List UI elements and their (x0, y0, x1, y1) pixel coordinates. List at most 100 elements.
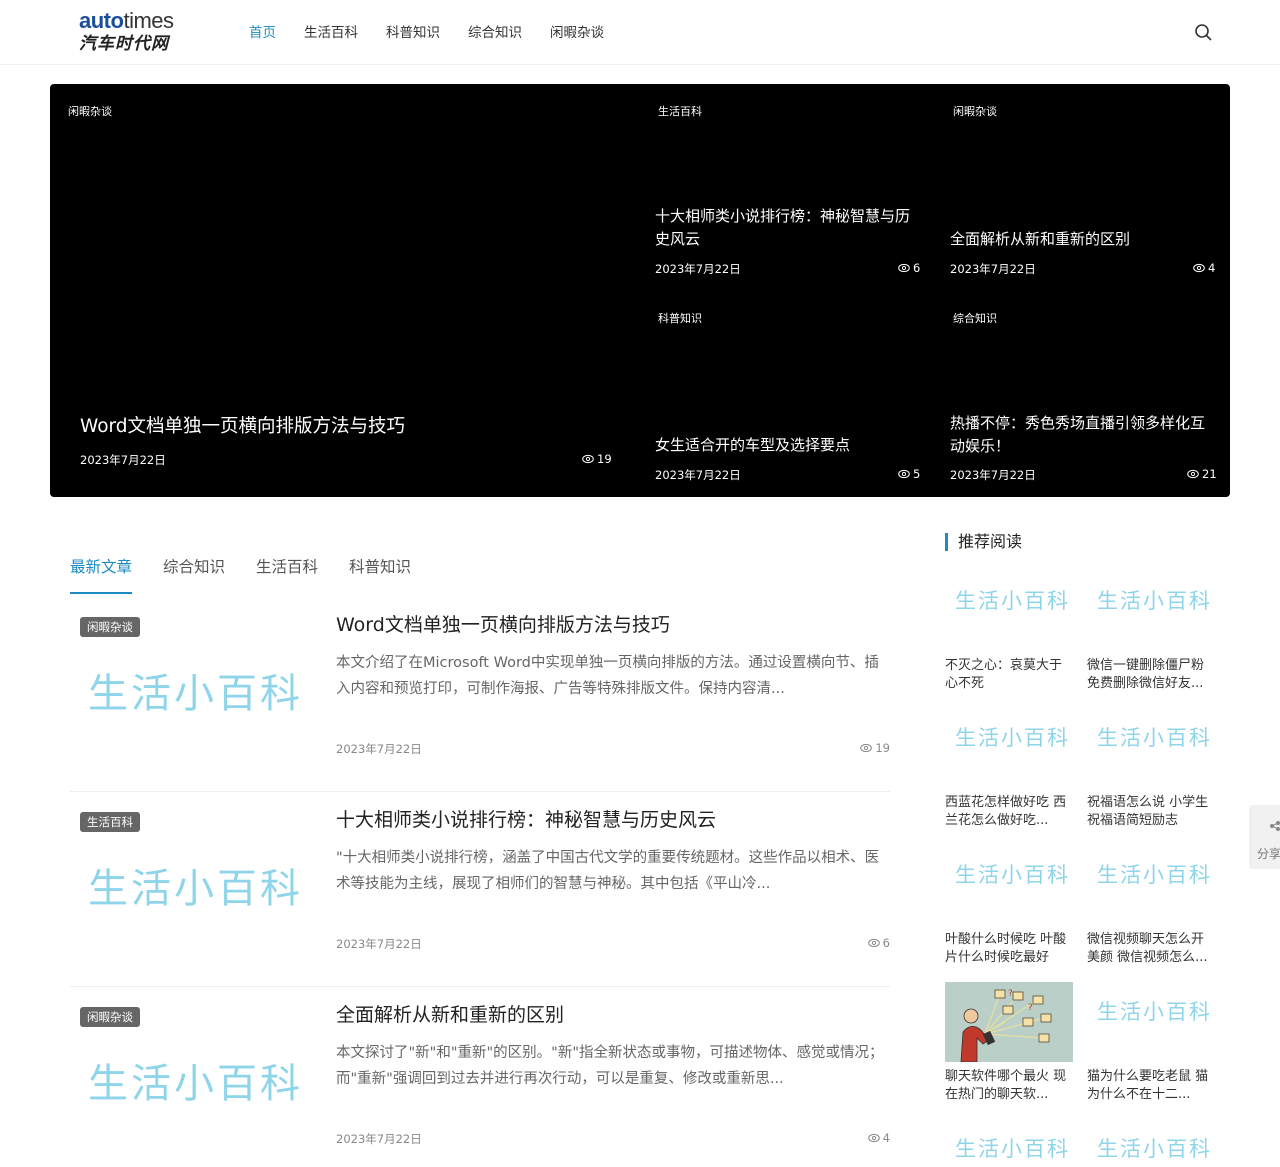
article-title[interactable]: Word文档单独一页横向排版方法与技巧 (336, 610, 670, 637)
hero-br1-title[interactable]: 女生适合开的车型及选择要点 (655, 434, 920, 457)
hero-br2-views-count: 21 (1202, 467, 1217, 481)
article-views: 6 (867, 936, 890, 950)
hero-br2-title[interactable]: 热播不停：秀色秀场直播引领多样化互动娱乐！ (950, 412, 1215, 458)
hero-main-tag[interactable]: 闲暇杂谈 (68, 103, 112, 119)
eye-icon (1187, 469, 1199, 479)
hero-main-title[interactable]: Word文档单独一页横向排版方法与技巧 (80, 412, 405, 438)
recommended-caption[interactable]: 猫为什么要吃老鼠 猫为什么不在十二... (1087, 1068, 1215, 1104)
nav-general[interactable]: 综合知识 (468, 22, 522, 44)
recommended-thumbnail[interactable]: 生活小百科 (1087, 982, 1215, 1062)
recommended-item[interactable]: 生活小百科 叶酸什么时候吃 叶酸片什么时候吃最好 (945, 845, 1073, 967)
recommended-caption[interactable]: 不灭之心：哀莫大于心不死 (945, 657, 1073, 693)
hero-grid: 闲暇杂谈 Word文档单独一页横向排版方法与技巧 2023年7月22日 19 生… (50, 84, 1230, 497)
recommended-illustration[interactable]: ? ? (945, 982, 1073, 1062)
eye-icon (582, 454, 594, 464)
recommended-thumbnail[interactable]: 生活小百科 (1087, 845, 1215, 925)
recommended-thumbnail[interactable]: 生活小百科 (1087, 571, 1215, 651)
recommended-item[interactable]: ? ? 聊天软件哪个最火 现在热门的聊天软... (945, 982, 1073, 1104)
eye-icon (867, 938, 880, 948)
share-icon (1270, 821, 1280, 831)
article-date: 2023年7月22日 (336, 937, 422, 951)
hero-tr2-title[interactable]: 全面解析从新和重新的区别 (950, 228, 1215, 251)
recommended-item[interactable]: 生活小百科 猫为什么要吃老鼠 猫为什么不在十二... (1087, 982, 1215, 1104)
category-badge[interactable]: 闲暇杂谈 (80, 617, 140, 637)
category-badge[interactable]: 闲暇杂谈 (80, 1007, 140, 1027)
recommended-thumbnail[interactable]: 生活小百科 (945, 845, 1073, 925)
tab-science[interactable]: 科普知识 (349, 556, 411, 594)
article-date: 2023年7月22日 (336, 742, 422, 756)
thumbnail-watermark: 生活小百科 (955, 1137, 1070, 1161)
recommended-caption[interactable]: 微信一键删除僵尸粉 免费删除微信好友... (1087, 657, 1215, 693)
article-title[interactable]: 全面解析从新和重新的区别 (336, 1000, 564, 1027)
recommended-caption[interactable]: 祝福语怎么说 小学生祝福语简短励志 (1087, 794, 1215, 830)
tab-life[interactable]: 生活百科 (256, 556, 318, 594)
hero-br1-views: 5 (898, 467, 920, 481)
recommended-item[interactable]: 生活小百科 (945, 1119, 1073, 1167)
tab-latest[interactable]: 最新文章 (70, 556, 133, 594)
hero-tr2-views: 4 (1193, 261, 1215, 275)
hero-main-date: 2023年7月22日 (80, 453, 166, 467)
svg-text:?: ? (1028, 1003, 1033, 1013)
nav-home[interactable]: 首页 (249, 22, 276, 44)
thumbnail-watermark: 生活小百科 (1097, 1137, 1212, 1161)
article-views-count: 6 (882, 936, 890, 950)
recommended-item[interactable]: 生活小百科 祝福语怎么说 小学生祝福语简短励志 (1087, 708, 1215, 830)
recommended-thumbnail[interactable]: 生活小百科 (945, 571, 1073, 651)
recommended-thumbnail[interactable]: 生活小百科 (1087, 708, 1215, 788)
hero-br1-tag[interactable]: 科普知识 (658, 310, 702, 326)
article-item[interactable]: 生活小百科 闲暇杂谈 全面解析从新和重新的区别 本文探讨了"新"和"重新"的区别… (70, 987, 890, 1167)
article-item[interactable]: 生活小百科 生活百科 十大相师类小说排行榜：神秘智慧与历史风云 "十大相师类小说… (70, 792, 890, 987)
recommended-item[interactable]: 生活小百科 微信一键删除僵尸粉 免费删除微信好友... (1087, 571, 1215, 693)
hero-main-views-count: 19 (597, 452, 612, 466)
article-thumbnail[interactable]: 生活小百科 生活百科 (80, 812, 316, 957)
hero-tr2-date: 2023年7月22日 (950, 262, 1036, 276)
article-tabs: 最新文章 综合知识 生活百科 科普知识 (70, 556, 442, 594)
article-thumbnail[interactable]: 生活小百科 闲暇杂谈 (80, 1007, 316, 1152)
thumbnail-watermark: 生活小百科 (88, 671, 303, 717)
chat-illustration: ? ? (945, 982, 1073, 1062)
nav-leisure[interactable]: 闲暇杂谈 (550, 22, 604, 44)
hero-tr2-tag[interactable]: 闲暇杂谈 (953, 103, 997, 119)
recommended-caption[interactable]: 叶酸什么时候吃 叶酸片什么时候吃最好 (945, 931, 1073, 967)
article-thumbnail[interactable]: 生活小百科 闲暇杂谈 (80, 617, 316, 762)
recommended-caption[interactable]: 微信视频聊天怎么开美颜 微信视频怎么... (1087, 931, 1215, 967)
nav-life[interactable]: 生活百科 (304, 22, 358, 44)
recommended-item[interactable]: 生活小百科 西蓝花怎样做好吃 西兰花怎么做好吃... (945, 708, 1073, 830)
recommended-caption[interactable]: 西蓝花怎样做好吃 西兰花怎么做好吃... (945, 794, 1073, 830)
hero-main-views: 19 (582, 452, 612, 466)
hero-tr1-title[interactable]: 十大相师类小说排行榜：神秘智慧与历史风云 (655, 205, 920, 251)
recommended-caption[interactable]: 聊天软件哪个最火 现在热门的聊天软... (945, 1068, 1073, 1104)
article-views-count: 19 (875, 741, 890, 755)
hero-tr1-views-count: 6 (913, 261, 921, 275)
tab-general[interactable]: 综合知识 (163, 556, 225, 594)
recommended-thumbnail[interactable]: 生活小百科 (945, 1119, 1073, 1167)
eye-icon (1193, 263, 1205, 273)
logo-chinese: 汽车时代网 (79, 34, 169, 54)
recommended-thumbnail[interactable]: 生活小百科 (1087, 1119, 1215, 1167)
nav-science[interactable]: 科普知识 (386, 22, 440, 44)
svg-text:?: ? (1008, 989, 1013, 999)
search-icon[interactable] (1194, 23, 1212, 41)
thumbnail-watermark: 生活小百科 (955, 863, 1070, 887)
article-item[interactable]: 生活小百科 闲暇杂谈 Word文档单独一页横向排版方法与技巧 本文介绍了在Mic… (70, 597, 890, 792)
site-logo[interactable]: autotimes 汽车时代网 (79, 8, 197, 58)
eye-icon (860, 743, 873, 753)
hero-tr1-tag[interactable]: 生活百科 (658, 103, 702, 119)
category-badge[interactable]: 生活百科 (80, 812, 140, 832)
hero-br2-tag[interactable]: 综合知识 (953, 310, 997, 326)
article-title[interactable]: 十大相师类小说排行榜：神秘智慧与历史风云 (336, 805, 716, 832)
recommended-thumbnail[interactable]: 生活小百科 (945, 708, 1073, 788)
eye-icon (898, 469, 910, 479)
thumbnail-watermark: 生活小百科 (1097, 589, 1212, 613)
article-views-count: 4 (882, 1131, 890, 1145)
hero-br1-views-count: 5 (913, 467, 921, 481)
logo-times: times (123, 8, 174, 33)
recommended-item[interactable]: 生活小百科 不灭之心：哀莫大于心不死 (945, 571, 1073, 693)
eye-icon (898, 263, 910, 273)
recommended-item[interactable]: 生活小百科 微信视频聊天怎么开美颜 微信视频怎么... (1087, 845, 1215, 967)
hero-br1-date: 2023年7月22日 (655, 468, 741, 482)
share-button[interactable]: 分享 (1249, 805, 1280, 869)
recommended-item[interactable]: 生活小百科 (1087, 1119, 1215, 1167)
eye-icon (867, 1133, 880, 1143)
article-views: 4 (867, 1131, 890, 1145)
